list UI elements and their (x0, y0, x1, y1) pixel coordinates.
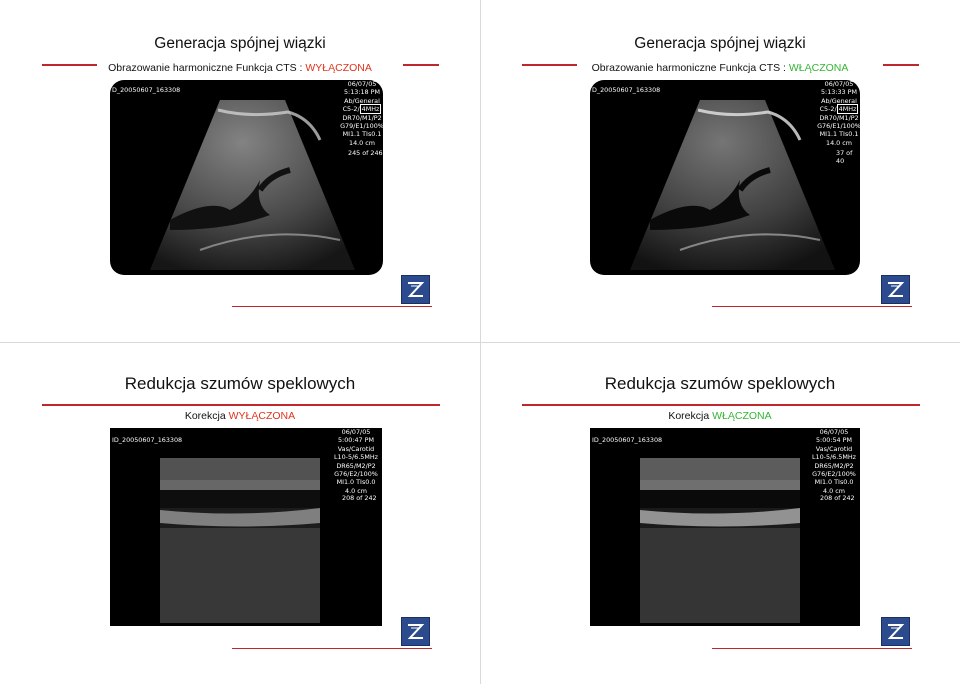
scan-gain: G79/E1/100% (340, 122, 383, 131)
scan-probe: L10-5/6.5MHz (811, 453, 857, 462)
ultrasound-image: D_20050607_163308 06/07/05 5:13:33 PM Ab… (590, 80, 860, 275)
scan-mi: MI1.1 TIs0.1 (342, 130, 382, 139)
scan-mi: MI1.1 TIs0.1 (819, 130, 859, 139)
scan-dr: DR65/M2/P2 (336, 461, 376, 470)
scan-mi: MI1.0 TIs0.0 (814, 478, 854, 487)
scan-probe: C5-2/4MHz (817, 104, 860, 115)
status-off-label: WYŁĄCZONA (228, 410, 296, 422)
scan-parameters: 06/07/05 5:13:18 PM Ab/General C5-2/4MHz… (340, 80, 383, 147)
slide-1: Generacja spójnej wiązki Obrazowanie har… (0, 0, 480, 342)
footer-rule (712, 648, 912, 649)
probe-prefix: C5-2/ (342, 105, 360, 114)
slide-4: Redukcja szumów speklowych Korekcja WŁĄC… (480, 342, 960, 684)
slide-subtitle: Korekcja WŁĄCZONA (480, 410, 960, 422)
scan-dr: DR70/M1/P2 (342, 113, 382, 122)
footer-rule (712, 306, 912, 307)
status-on-label: WŁĄCZONA (788, 62, 849, 74)
accent-rule (42, 404, 440, 406)
scan-date: 06/07/05 (824, 80, 854, 88)
scan-gain: G76/E2/100% (812, 470, 856, 479)
patient-id: D_20050607_163308 (112, 86, 181, 94)
accent-rule-right (403, 64, 439, 66)
scan-dr: DR65/M2/P2 (814, 461, 854, 470)
scan-time: 5:13:33 PM (820, 88, 858, 97)
patient-id: D_20050607_163308 (592, 86, 661, 94)
scan-time: 5:00:54 PM (815, 436, 853, 445)
scan-time: 5:13:18 PM (343, 88, 381, 97)
scan-preset: Vas/Carotid (337, 444, 375, 453)
subtitle-prefix: Obrazowanie harmoniczne Funkcja CTS : (591, 62, 789, 74)
frame-counter: 208 of 242 (820, 494, 855, 502)
frame-counter: 245 of 246 (348, 149, 383, 157)
footer-rule (232, 306, 432, 307)
scan-parameters: 06/07/05 5:13:33 PM Ab/General C5-2/4MHz… (817, 80, 860, 147)
frame-counter: 208 of 242 (342, 494, 377, 502)
slide-3: Redukcja szumów speklowych Korekcja WYŁĄ… (0, 342, 480, 684)
scan-date: 06/07/05 (819, 428, 849, 436)
scan-mi: MI1.0 TIs0.0 (336, 478, 376, 487)
patient-id: ID_20050607_163308 (592, 436, 663, 444)
slide-2: Generacja spójnej wiązki Obrazowanie har… (480, 0, 960, 342)
slide-title: Redukcja szumów speklowych (124, 374, 356, 393)
scan-gain: G76/E2/100% (334, 470, 378, 479)
frame-counter: 37 of 40 (836, 149, 853, 165)
patient-id: ID_20050607_163308 (112, 436, 183, 444)
status-off-label: WYŁĄCZONA (305, 62, 372, 74)
scan-date: 06/07/05 (341, 428, 371, 436)
subtitle-prefix: Obrazowanie harmoniczne Funkcja CTS : (108, 62, 306, 74)
accent-rule (522, 404, 920, 406)
ultrasound-image: ID_20050607_163308 06/07/05 5:00:47 PM V… (110, 428, 382, 626)
zz-logo-icon (881, 275, 910, 304)
scan-dr: DR70/M1/P2 (819, 113, 859, 122)
ultrasound-image: ID_20050607_163308 06/07/05 5:00:54 PM V… (590, 428, 860, 626)
scan-gain: G76/E1/100% (817, 122, 860, 131)
slide-title: Generacja spójnej wiązki (634, 35, 806, 52)
zz-logo-icon (401, 275, 430, 304)
probe-frequency: 4MHz (359, 104, 382, 115)
scan-probe: C5-2/4MHz (340, 104, 383, 115)
zz-logo-icon (881, 617, 910, 646)
zz-logo-icon (401, 617, 430, 646)
scan-parameters: 06/07/05 5:00:54 PM Vas/Carotid L10-5/6.… (810, 428, 858, 495)
scan-depth: 14.0 cm (826, 138, 852, 147)
subtitle-prefix: Korekcja (668, 410, 713, 422)
slide-title: Redukcja szumów speklowych (604, 374, 836, 393)
footer-rule (232, 648, 432, 649)
scan-depth: 14.0 cm (349, 138, 375, 147)
accent-rule-right (883, 64, 919, 66)
scan-time: 5:00:47 PM (337, 436, 375, 445)
scan-preset: Vas/Carotid (815, 444, 853, 453)
scan-parameters: 06/07/05 5:00:47 PM Vas/Carotid L10-5/6.… (332, 428, 380, 495)
probe-prefix: C5-2/ (819, 105, 837, 114)
ultrasound-image: D_20050607_163308 06/07/05 5:13:18 PM Ab… (110, 80, 383, 275)
scan-date: 06/07/05 (347, 80, 377, 88)
slide-title: Generacja spójnej wiązki (154, 35, 326, 52)
status-on-label: WŁĄCZONA (712, 410, 772, 422)
accent-rule-left (522, 64, 577, 66)
probe-frequency: 4MHz (836, 104, 859, 115)
subtitle-prefix: Korekcja (184, 410, 229, 422)
slide-subtitle: Korekcja WYŁĄCZONA (0, 410, 480, 422)
accent-rule-left (42, 64, 97, 66)
scan-probe: L10-5/6.5MHz (333, 453, 379, 462)
